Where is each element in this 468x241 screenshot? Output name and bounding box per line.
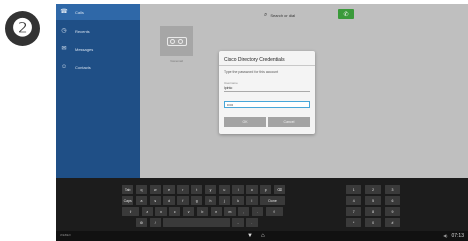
shift-key[interactable]: ⇧ [122, 207, 140, 216]
system-nav-bar: WEBEX ▼ ⌂ ◀) 07:13 [56, 231, 468, 241]
sidebar-item-label: Recents [75, 28, 90, 34]
key-u[interactable]: u [218, 185, 230, 194]
key-q[interactable]: q [135, 185, 148, 194]
numpad-key-hash[interactable]: # [384, 218, 401, 227]
numpad-key-1[interactable]: 1 [346, 185, 362, 194]
key-o[interactable]: o [246, 185, 258, 194]
back-icon[interactable]: ▼ [247, 232, 253, 240]
key-a[interactable]: a [135, 196, 148, 205]
space-bar[interactable] [163, 218, 230, 227]
key-z[interactable]: z [141, 207, 153, 216]
key-g[interactable]: g [191, 196, 203, 205]
key-s[interactable]: s [149, 196, 161, 205]
search-input[interactable]: ⌕ Search or dial [264, 10, 324, 20]
key-e[interactable]: e [163, 185, 175, 194]
cancel-button[interactable]: Cancel [268, 117, 310, 127]
key-d[interactable]: d [163, 196, 175, 205]
ok-button[interactable]: OK [224, 117, 266, 127]
key-t[interactable]: t [191, 185, 203, 194]
clock-time: 07:13 [451, 233, 464, 239]
username-field[interactable]: lpinto [224, 85, 310, 92]
key-b[interactable]: b [196, 207, 209, 216]
volume-icon: ◀) [443, 233, 448, 238]
key-i[interactable]: i [232, 185, 244, 194]
status-area: ◀) 07:13 [443, 232, 464, 240]
contacts-icon: ☺ [60, 64, 68, 70]
key-caps[interactable]: Caps [122, 196, 134, 205]
device-frame: ☎ Calls ◷ Recents ✉ Messages ☺ Contacts … [56, 4, 468, 241]
brand-label: WEBEX [60, 233, 71, 237]
key-comma[interactable]: , [238, 207, 250, 216]
voicemail-icon [166, 36, 187, 46]
sidebar-item-label: Messages [75, 46, 94, 52]
search-icon: ⌕ [264, 11, 268, 18]
sidebar: ☎ Calls ◷ Recents ✉ Messages ☺ Contacts [56, 4, 140, 178]
dialog-divider [219, 65, 315, 66]
numpad-key-star[interactable]: * [346, 218, 362, 227]
voicemail-label: Voicemail [170, 59, 183, 63]
password-field[interactable]: ••••• [224, 101, 310, 108]
numpad-key-0[interactable]: 0 [365, 218, 381, 227]
search-placeholder: Search or dial [270, 12, 296, 18]
numpad-key-3[interactable]: 3 [384, 185, 401, 194]
key-c[interactable]: c [169, 207, 181, 216]
sidebar-item-messages[interactable]: ✉ Messages [56, 41, 140, 57]
numpad-key-5[interactable]: 5 [365, 196, 381, 205]
key-n[interactable]: n [210, 207, 222, 216]
voicemail-tile[interactable] [160, 26, 193, 56]
key-done[interactable]: Done [260, 196, 286, 205]
key-period[interactable]: . [251, 207, 264, 216]
sidebar-item-calls[interactable]: ☎ Calls [56, 4, 140, 20]
key-backspace[interactable]: ⌫ [273, 185, 286, 194]
numpad-key-6[interactable]: 6 [384, 196, 401, 205]
dialog-title: Cisco Directory Credentials [224, 57, 285, 63]
settings-icon[interactable]: ⚙ [135, 218, 148, 227]
numpad-key-8[interactable]: 8 [365, 207, 381, 216]
sidebar-item-recents[interactable]: ◷ Recents [56, 23, 140, 39]
clock-icon: ◷ [61, 28, 67, 34]
key-p[interactable]: p [260, 185, 272, 194]
key-j[interactable]: j [218, 196, 230, 205]
phone-icon: ☎ [60, 9, 68, 15]
key-y[interactable]: y [204, 185, 217, 194]
numpad-key-2[interactable]: 2 [365, 185, 381, 194]
key-r[interactable]: r [177, 185, 189, 194]
key-k[interactable]: k [232, 196, 244, 205]
numpad-key-7[interactable]: 7 [346, 207, 362, 216]
key-h[interactable]: h [204, 196, 217, 205]
on-screen-keyboard: Tab q w e r t y u i o p ⌫ Caps a s d f g h j k l Done ⇧ z x c v b n m,… [56, 178, 468, 231]
sidebar-item-label: Contacts [75, 64, 91, 70]
key-tab[interactable]: Tab [122, 185, 134, 194]
key-period[interactable]: . [246, 218, 258, 227]
key-m[interactable]: m [224, 207, 236, 216]
message-icon: ✉ [61, 46, 67, 52]
key-slash[interactable]: / [149, 218, 161, 227]
credentials-dialog: Cisco Directory Credentials Type the pas… [219, 51, 315, 134]
app-screen: ☎ Calls ◷ Recents ✉ Messages ☺ Contacts … [56, 4, 468, 178]
key-w[interactable]: w [149, 185, 161, 194]
key-x[interactable]: x [155, 207, 167, 216]
call-button[interactable]: ✆ [338, 9, 354, 19]
key-dash[interactable]: - [232, 218, 244, 227]
step-number-badge: ❷ [5, 11, 40, 46]
key-f[interactable]: f [177, 196, 189, 205]
home-icon[interactable]: ⌂ [261, 232, 265, 240]
shift-key[interactable]: ⇧ [265, 207, 283, 216]
numpad-key-4[interactable]: 4 [346, 196, 362, 205]
sidebar-item-label: Calls [75, 9, 84, 15]
key-l[interactable]: l [246, 196, 258, 205]
phone-icon: ✆ [343, 11, 349, 18]
numpad-key-9[interactable]: 9 [384, 207, 401, 216]
sidebar-item-contacts[interactable]: ☺ Contacts [56, 59, 140, 75]
dialog-prompt: Type the password for this account [224, 70, 279, 74]
key-v[interactable]: v [182, 207, 195, 216]
